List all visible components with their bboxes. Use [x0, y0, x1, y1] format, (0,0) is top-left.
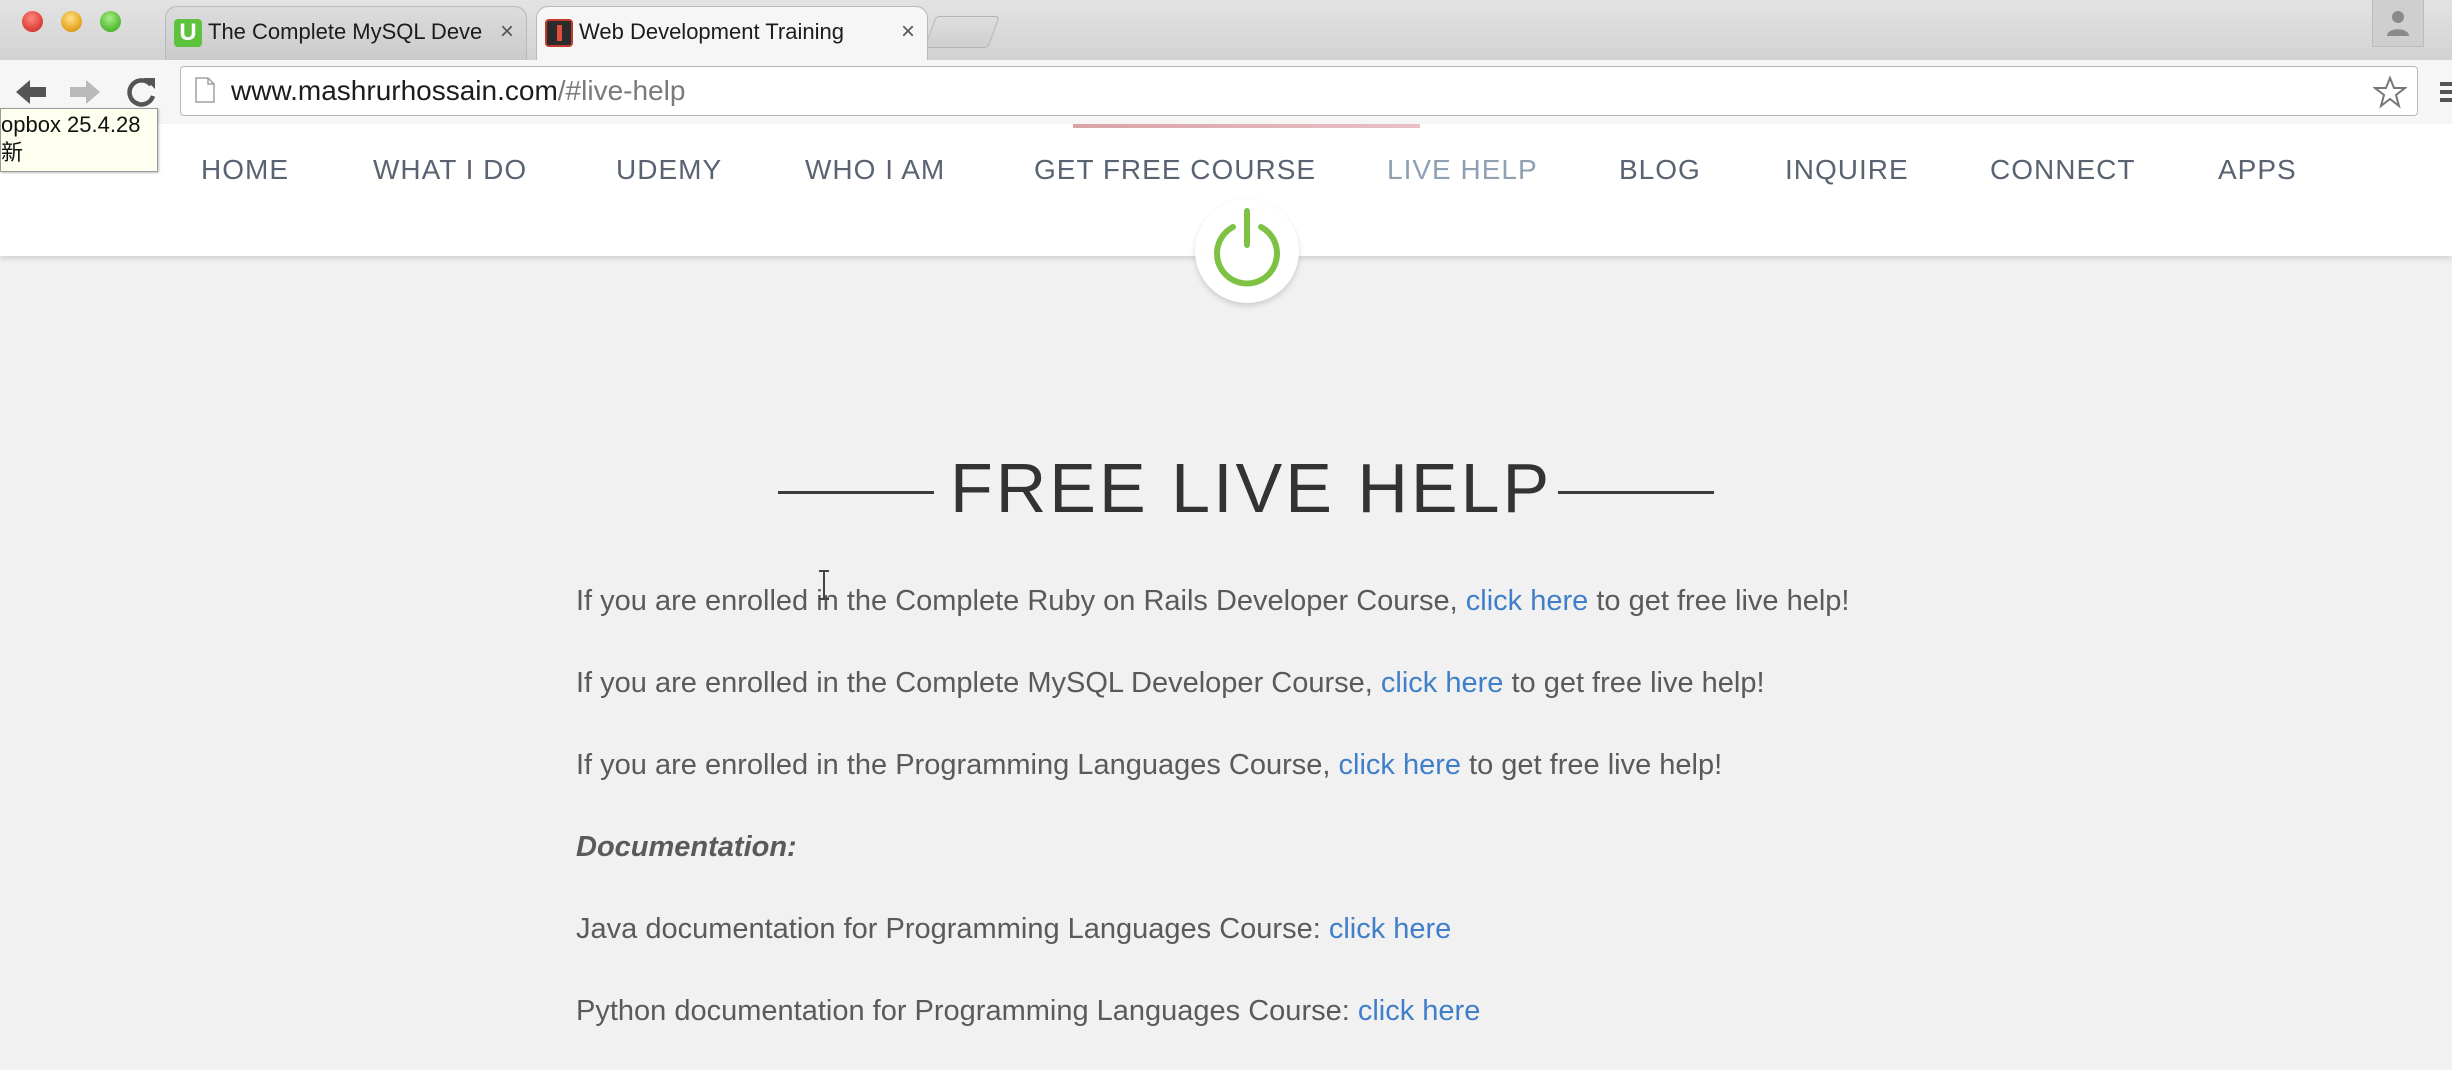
tooltip-line-1: opbox 25.4.28 [1, 112, 141, 137]
forward-button[interactable] [66, 74, 106, 110]
url-host: www.mashrurhossain.com [231, 75, 558, 106]
tooltip: opbox 25.4.28 新 [0, 108, 158, 172]
back-button[interactable] [10, 74, 50, 110]
nav-item-apps[interactable]: APPS [2218, 154, 2297, 186]
help-line-text: to get free live help! [1588, 585, 1850, 617]
url-path: /#live-help [557, 75, 686, 106]
ruby-help-link[interactable]: click here [1466, 585, 1589, 617]
arrow-left-icon [16, 80, 46, 104]
page-title: FREE LIVE HELP [950, 449, 1553, 527]
python-docs-link[interactable]: click here [1358, 995, 1481, 1027]
nav-item-who-i-am[interactable]: WHO I AM [805, 154, 945, 186]
tooltip-line-2: 新 [1, 140, 24, 165]
help-line-ruby: If you are enrolled in the Complete Ruby… [576, 585, 1849, 618]
close-window-button[interactable] [22, 11, 43, 32]
browser-tab-web-development[interactable]: Web Development Training × [536, 6, 928, 60]
minimize-window-button[interactable] [61, 11, 82, 32]
text-cursor-icon [819, 570, 829, 600]
nav-item-get-free-course[interactable]: GET FREE COURSE [1034, 154, 1316, 186]
tab-close-icon[interactable]: × [500, 7, 514, 57]
docs-line-python: Python documentation for Programming Lan… [576, 995, 1480, 1028]
udemy-favicon-icon: U [174, 19, 202, 47]
help-line-programming: If you are enrolled in the Programming L… [576, 749, 1722, 782]
docs-line-java: Java documentation for Programming Langu… [576, 913, 1451, 946]
profile-button[interactable] [2372, 0, 2424, 47]
active-nav-indicator [1073, 124, 1420, 128]
section-heading-row: FREE LIVE HELP [0, 443, 2452, 533]
site-favicon-icon [545, 19, 573, 47]
nav-item-blog[interactable]: BLOG [1619, 154, 1701, 186]
nav-item-home[interactable]: HOME [201, 154, 289, 186]
help-line-text: If you are enrolled in the Complete Ruby… [576, 585, 1466, 617]
programming-help-link[interactable]: click here [1339, 749, 1462, 781]
help-line-text: to get free live help! [1461, 749, 1723, 781]
user-icon [2387, 11, 2409, 36]
browser-tab-mysql[interactable]: U The Complete MySQL Deve × [165, 6, 527, 60]
docs-line-text: Java documentation for Programming Langu… [576, 913, 1329, 945]
nav-item-what-i-do[interactable]: WHAT I DO [373, 154, 527, 186]
documentation-heading: Documentation: [576, 831, 797, 863]
help-line-text: to get free live help! [1503, 667, 1765, 699]
nav-item-inquire[interactable]: INQUIRE [1785, 154, 1909, 186]
address-bar[interactable]: www.mashrurhossain.com/#live-help [180, 66, 2418, 116]
page-icon [195, 77, 215, 103]
mysql-help-link[interactable]: click here [1381, 667, 1504, 699]
browser-tab-strip: U The Complete MySQL Deve × Web Developm… [0, 0, 2452, 60]
browser-menu-icon[interactable] [2440, 82, 2452, 106]
reload-icon [127, 78, 156, 107]
browser-toolbar: www.mashrurhossain.com/#live-help [0, 60, 2452, 125]
bookmark-star-icon[interactable] [2373, 75, 2407, 109]
tab-close-icon[interactable]: × [901, 7, 915, 57]
reload-button[interactable] [122, 74, 162, 110]
help-line-mysql: If you are enrolled in the Complete MySQ… [576, 667, 1765, 700]
power-button[interactable] [1195, 199, 1299, 303]
new-tab-button[interactable] [924, 16, 1000, 48]
zoom-window-button[interactable] [100, 11, 121, 32]
nav-item-connect[interactable]: CONNECT [1990, 154, 2135, 186]
tab-title: The Complete MySQL Deve [208, 19, 482, 44]
java-docs-link[interactable]: click here [1329, 913, 1452, 945]
heading-divider-right [1558, 491, 1714, 494]
tab-title: Web Development Training [579, 19, 844, 44]
arrow-right-icon [70, 80, 100, 104]
help-line-text: If you are enrolled in the Complete MySQ… [576, 667, 1381, 699]
power-icon [1214, 208, 1280, 287]
url-text: www.mashrurhossain.com/#live-help [231, 67, 685, 115]
nav-item-live-help[interactable]: LIVE HELP [1387, 154, 1538, 186]
help-line-text: If you are enrolled in the Programming L… [576, 749, 1339, 781]
heading-divider-left [778, 491, 934, 494]
docs-line-text: Python documentation for Programming Lan… [576, 995, 1358, 1027]
nav-item-udemy[interactable]: UDEMY [616, 154, 722, 186]
